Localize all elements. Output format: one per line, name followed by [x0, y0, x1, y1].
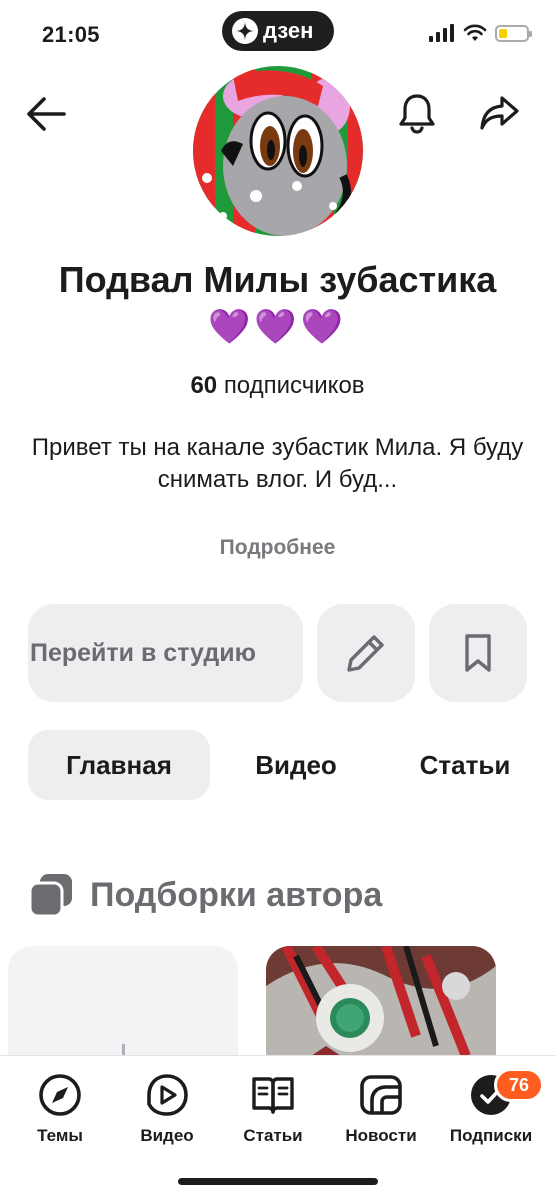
dzen-star-icon: [232, 18, 258, 44]
tab-video[interactable]: Видео: [230, 730, 362, 800]
channel-title: Подвал Милы зубастика: [58, 259, 497, 300]
nav-subscriptions[interactable]: 76 Подписки: [436, 1068, 546, 1146]
arrow-left-icon: [27, 97, 66, 131]
nav-articles-label: Статьи: [243, 1126, 303, 1145]
edit-button[interactable]: [317, 604, 415, 702]
nav-video-label: Видео: [140, 1126, 194, 1145]
share-button[interactable]: [474, 88, 524, 138]
wifi-icon: [463, 24, 487, 41]
avatar-image: [193, 66, 363, 236]
status-indicators: [429, 24, 532, 42]
dzen-label: дзен: [263, 18, 314, 43]
bookmark-button[interactable]: [429, 604, 527, 702]
tab-articles[interactable]: Статьи: [396, 730, 534, 800]
nav-themes[interactable]: Темы: [5, 1070, 115, 1146]
bell-icon: [399, 94, 435, 134]
nav-video[interactable]: Видео: [112, 1070, 222, 1146]
share-icon: [480, 96, 519, 130]
more-details-link[interactable]: Подробнее: [0, 536, 555, 560]
nav-themes-label: Темы: [37, 1126, 83, 1145]
heart-emoji-row: 💜💜💜: [207, 308, 347, 346]
subscriber-count[interactable]: 60 подписчиков: [0, 370, 555, 402]
nav-subscriptions-label: Подписки: [449, 1126, 533, 1145]
go-to-studio-button[interactable]: Перейти в студию: [28, 604, 303, 702]
subscriber-number: 60: [190, 372, 218, 399]
go-to-studio-label: Перейти в студию: [30, 638, 256, 667]
channel-avatar[interactable]: [193, 66, 363, 236]
home-indicator[interactable]: [178, 1178, 378, 1185]
bottom-navigation: Темы Видео Статьи Новости 76 Подписки: [0, 1055, 555, 1200]
nav-articles[interactable]: Статьи: [218, 1070, 328, 1146]
news-icon: [356, 1070, 406, 1120]
section-title: Подборки автора: [90, 876, 383, 914]
compass-icon: [35, 1070, 85, 1120]
back-button[interactable]: [22, 90, 70, 138]
notifications-button[interactable]: [392, 88, 442, 138]
book-icon: [248, 1070, 298, 1120]
collections-icon: [28, 872, 74, 918]
status-time: 21:05: [42, 22, 100, 47]
nav-news-label: Новости: [345, 1126, 417, 1145]
channel-description: Привет ты на канале зубастик Мила. Я буд…: [31, 434, 524, 493]
bookmark-icon: [465, 634, 491, 672]
battery-icon: [495, 24, 532, 42]
tab-main[interactable]: Главная: [28, 730, 210, 800]
play-icon: [142, 1070, 192, 1120]
dzen-app-pill[interactable]: дзен: [222, 11, 334, 51]
status-bar: 21:05 дзен: [0, 0, 555, 70]
subscriber-label: подписчиков: [223, 372, 365, 399]
pencil-icon: [347, 635, 384, 672]
subscriptions-badge: 76: [494, 1068, 544, 1102]
nav-news[interactable]: Новости: [326, 1070, 436, 1146]
cellular-signal-icon: [429, 24, 454, 42]
